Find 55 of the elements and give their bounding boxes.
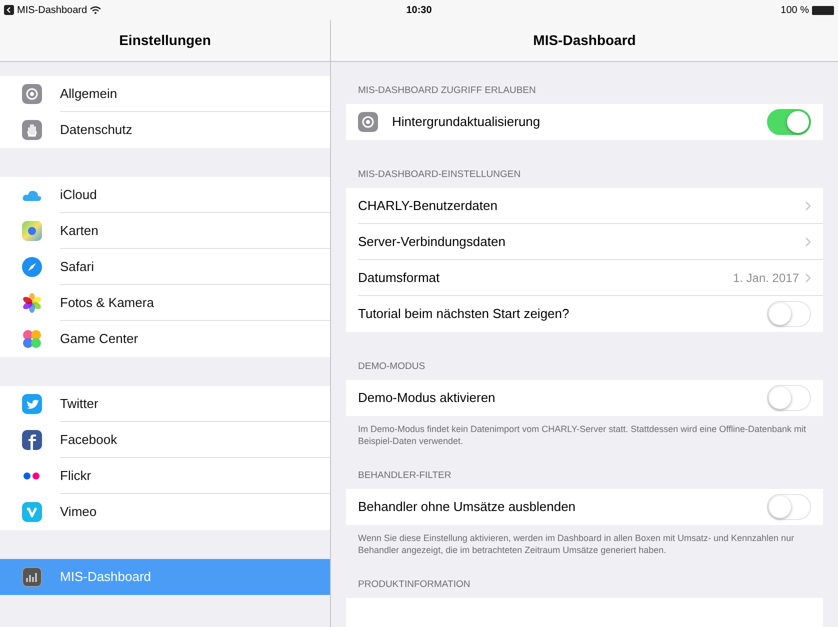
row-label: Behandler ohne Umsätze ausblenden <box>358 498 577 516</box>
map-icon <box>22 221 42 241</box>
sidebar-item[interactable]: Vimeo <box>0 494 330 530</box>
section-header: MIS-DASHBOARD-EINSTELLUNGEN <box>358 168 521 182</box>
toggle-switch[interactable] <box>767 109 811 135</box>
wifi-icon <box>90 6 102 14</box>
section-footer: Wenn Sie diese Einstellung aktivieren, werden im Dashboard in allen Boxen mit Umsatz- und Kennzahlen nur Behandler angezeigt, die im betrachteten Zeitraum Umsätze generiert haben. <box>346 525 823 556</box>
sidebar-item[interactable]: Twitter <box>0 386 330 422</box>
section-footer: Im Demo-Modus findet kein Datenimport vom CHARLY-Server statt. Stattdessen wird eine Offline-Datenbank mit Beispiel-Daten verwendet. <box>346 416 823 447</box>
sidebar-item[interactable]: Allgemein <box>0 76 330 112</box>
section-header: MIS-DASHBOARD ZUGRIFF ERLAUBEN <box>358 84 536 98</box>
chevron-icon <box>805 200 811 210</box>
detail-title: MIS-Dashboard <box>533 31 636 50</box>
row-label: Server-Verbindungsdaten <box>358 232 506 251</box>
chart-icon <box>22 567 42 587</box>
row-label: Datumsformat <box>358 268 441 287</box>
sidebar-item[interactable]: iCloud <box>0 177 330 213</box>
back-app-link[interactable]: MIS-Dashboard <box>17 2 88 18</box>
chevron-icon <box>805 236 811 246</box>
v-letter-icon <box>22 502 42 522</box>
row-label: Demo-Modus aktivieren <box>358 389 496 408</box>
sidebar-item[interactable]: Fotos & Kamera <box>0 285 330 321</box>
chevron-icon <box>805 272 811 282</box>
settings-row[interactable]: Server-Verbindungsdaten <box>346 224 823 260</box>
status-time: 10:30 <box>406 4 432 18</box>
compass-icon <box>22 257 42 277</box>
sidebar-item[interactable]: Game Center <box>0 321 330 357</box>
flower-icon <box>22 293 42 313</box>
toggle-switch[interactable] <box>767 494 811 520</box>
gear-icon <box>22 84 42 104</box>
settings-row[interactable]: Datumsformat 1. Jan. 2017 <box>346 260 823 296</box>
battery-icon <box>812 6 834 14</box>
sidebar-title: Einstellungen <box>119 31 211 50</box>
row-label: CHARLY-Benutzerdaten <box>358 196 498 215</box>
section-header: PRODUKTINFORMATION <box>358 578 470 592</box>
sidebar-item[interactable]: Karten <box>0 213 330 249</box>
section-header: BEHANDLER-FILTER <box>358 468 452 483</box>
f-letter-icon <box>22 430 42 450</box>
sidebar-item[interactable]: Facebook <box>0 422 330 458</box>
toggle-switch[interactable] <box>767 385 811 411</box>
settings-row[interactable]: CHARLY-Benutzerdaten <box>346 188 823 224</box>
bird-icon <box>22 394 42 414</box>
sidebar-item[interactable]: Safari <box>0 249 330 285</box>
section-header: DEMO-MODUS <box>358 360 426 374</box>
row-label: Tutorial beim nächsten Start zeigen? <box>358 305 570 324</box>
cloud-icon <box>22 189 42 201</box>
sidebar-item[interactable]: Flickr <box>0 458 330 494</box>
dots-icon <box>22 472 42 480</box>
battery-percent: 100 % <box>780 4 810 18</box>
bubbles-icon <box>22 329 42 349</box>
row-label: Hintergrundaktualisierung <box>392 113 542 132</box>
row-value: 1. Jan. 2017 <box>732 270 799 286</box>
sidebar-item[interactable]: Datenschutz <box>0 112 330 148</box>
hand-icon <box>22 120 42 140</box>
toggle-switch[interactable] <box>767 301 811 327</box>
